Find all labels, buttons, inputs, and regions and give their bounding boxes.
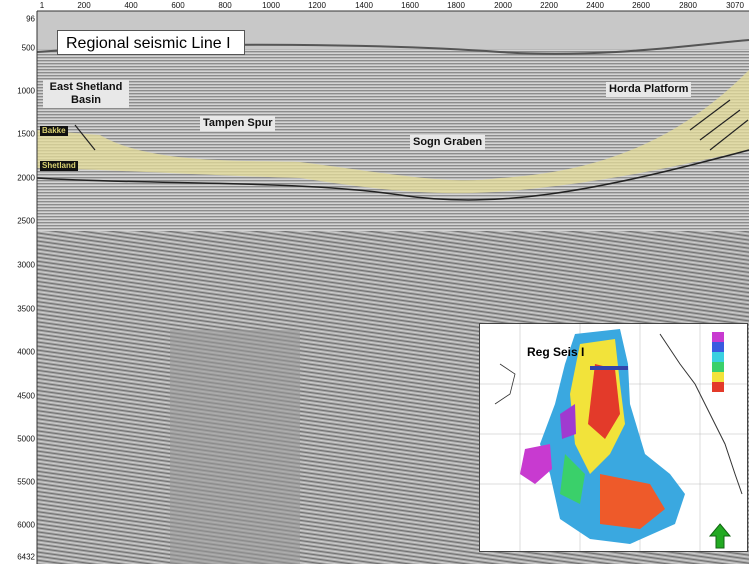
left-tick-label: 1500 xyxy=(17,129,35,139)
top-tick-label: 1 xyxy=(39,1,45,10)
left-tick-label: 5500 xyxy=(17,477,35,487)
top-tick-label: 2000 xyxy=(494,1,512,10)
horizon-tag-top: Bakke xyxy=(40,126,68,136)
top-tick-label: 1800 xyxy=(447,1,465,10)
lower-zone xyxy=(170,330,300,564)
seismic-figure: 1 200 400 600 800 1000 1200 1400 1600 18… xyxy=(0,0,751,565)
top-tick-label: 600 xyxy=(171,1,185,10)
top-tick-label: 2800 xyxy=(679,1,697,10)
region-label-tampen-spur: Tampen Spur xyxy=(200,116,276,131)
top-tick-label: 1200 xyxy=(308,1,326,10)
top-tick-label: 800 xyxy=(218,1,232,10)
coastline xyxy=(659,333,743,495)
top-tick-label: 400 xyxy=(124,1,138,10)
top-tick-label: 200 xyxy=(77,1,91,10)
left-tick-label: 4500 xyxy=(17,391,35,401)
top-tick-label: 1600 xyxy=(401,1,419,10)
inset-line-label: Reg Seis I xyxy=(527,345,585,359)
region-label-horda-platform: Horda Platform xyxy=(606,82,692,97)
inset-map xyxy=(480,324,747,551)
left-tick-label: 3000 xyxy=(17,260,35,270)
left-tick-label: 3500 xyxy=(17,304,35,314)
left-tick-label: 2500 xyxy=(17,216,35,226)
top-tick-label: 2400 xyxy=(586,1,604,10)
top-tick-label: 1000 xyxy=(262,1,280,10)
top-tick-label: 3070 xyxy=(726,1,744,10)
left-tick-label: 6000 xyxy=(17,520,35,530)
top-tick-label: 2200 xyxy=(540,1,558,10)
left-tick-label: 5000 xyxy=(17,434,35,444)
depth-map-purple xyxy=(520,444,552,484)
region-label-east-shetland: East Shetland Basin xyxy=(43,80,129,108)
left-tick-label: 96 xyxy=(26,14,35,24)
arrow-up-icon xyxy=(708,523,732,549)
left-tick-label: 500 xyxy=(21,43,35,53)
top-tick-label: 1400 xyxy=(355,1,373,10)
figure-title: Regional seismic Line I xyxy=(57,30,245,55)
location-map-inset: Reg Seis I xyxy=(479,323,748,552)
left-tick-label: 1000 xyxy=(17,86,35,96)
left-tick-label: 2000 xyxy=(17,173,35,183)
horizon-tag-base: Shetland xyxy=(40,161,78,171)
left-tick-label: 4000 xyxy=(17,347,35,357)
top-tick-label: 2600 xyxy=(632,1,650,10)
left-tick-label: 6432 xyxy=(17,552,35,562)
region-label-sogn-graben: Sogn Graben xyxy=(410,135,486,150)
